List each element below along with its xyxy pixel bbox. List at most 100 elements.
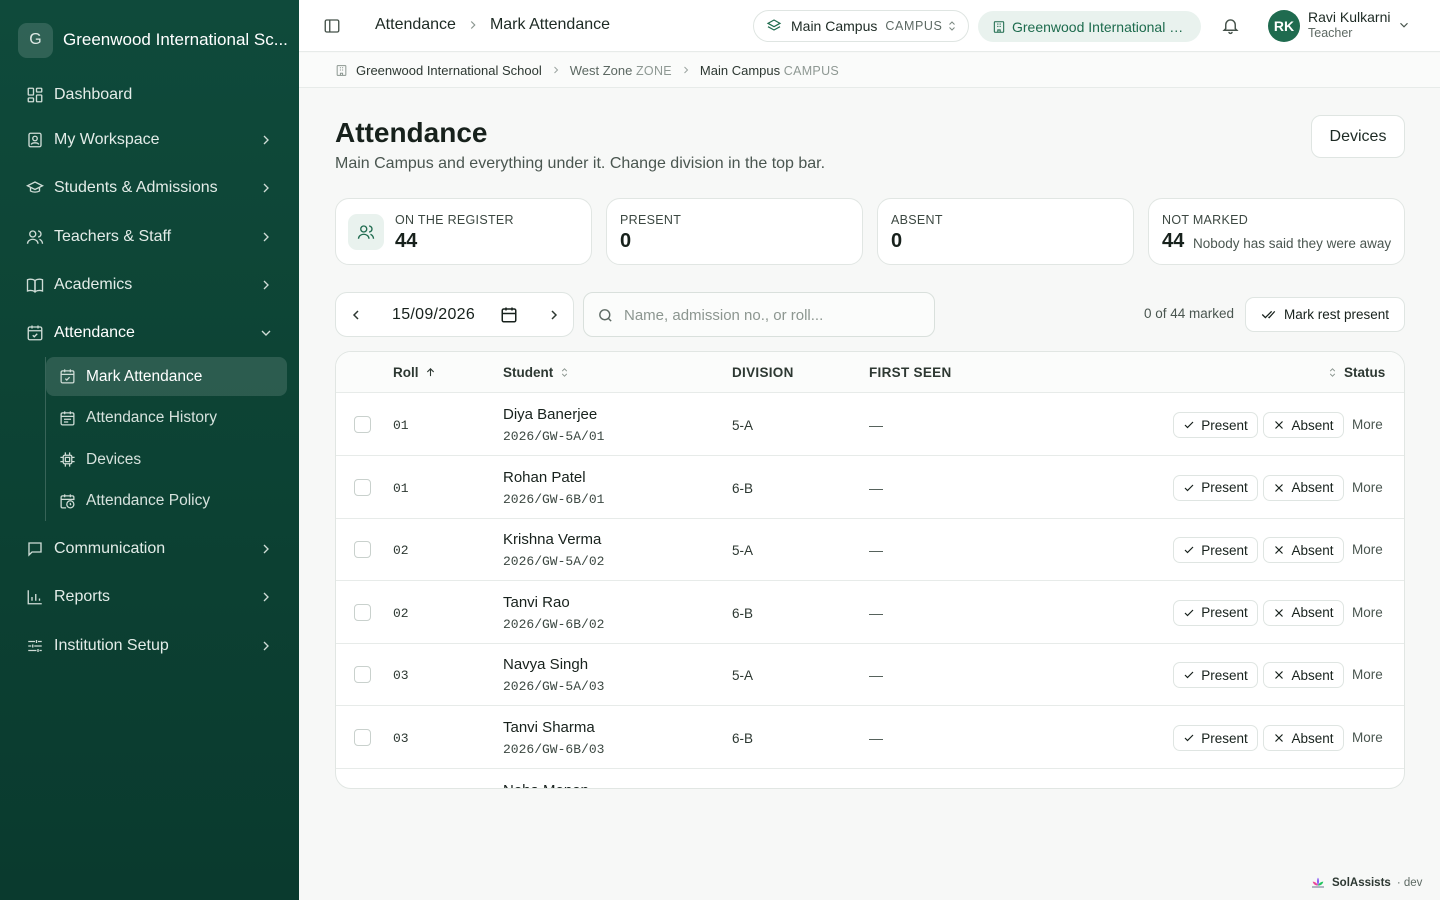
date-value[interactable]: 15/09/2026 (392, 306, 475, 324)
table-row[interactable]: Neha MenonPresentAbsentMore (336, 769, 1404, 788)
sidebar-item-students-admissions[interactable]: Students & Admissions (16, 168, 286, 208)
absent-button[interactable]: Absent (1263, 662, 1344, 689)
absent-button[interactable]: Absent (1263, 412, 1344, 438)
search-box (583, 292, 935, 337)
present-button[interactable]: Present (1173, 725, 1258, 751)
row-student-name[interactable]: Diya Banerjee (503, 406, 597, 423)
chevron-right-icon (263, 183, 269, 193)
sidebar-item-mark-attendance[interactable]: Mark Attendance (46, 357, 287, 397)
brand[interactable]: G Greenwood International Sc... (18, 22, 288, 58)
more-link[interactable]: More (1352, 417, 1383, 432)
present-label: Present (1201, 542, 1248, 558)
sidebar-toggle-icon[interactable] (323, 17, 341, 35)
breadcrumb-zone-tag: ZONE (635, 63, 672, 78)
present-button[interactable]: Present (1173, 787, 1258, 788)
more-link[interactable]: More (1352, 542, 1383, 557)
table-row[interactable]: 02 Tanvi Rao 2026/GW-6B/02 6-B — Present Absen… (336, 581, 1404, 644)
stat-label: ON THE REGISTER (395, 213, 514, 227)
row-checkbox[interactable] (354, 666, 371, 684)
sidebar-item-devices[interactable]: Devices (46, 440, 287, 479)
row-checkbox[interactable] (354, 478, 371, 496)
col-student[interactable]: Student (503, 365, 570, 380)
search-icon (599, 309, 612, 322)
more-link[interactable]: More (1352, 667, 1383, 682)
row-first-seen: — (869, 417, 883, 433)
col-status[interactable]: Status (1327, 365, 1385, 380)
devices-button[interactable]: Devices (1311, 115, 1405, 158)
row-checkbox[interactable] (354, 541, 371, 559)
present-button[interactable]: Present (1173, 537, 1258, 564)
breadcrumb-school[interactable]: Greenwood International School (356, 63, 542, 78)
sidebar-item-attendance-policy[interactable]: Attendance Policy (46, 482, 287, 521)
stat-absent: ABSENT 0 (877, 198, 1134, 265)
sidebar-item-attendance-history[interactable]: Attendance History (46, 399, 287, 438)
campus-tag: CAMPUS (885, 19, 943, 33)
x-icon (1275, 671, 1284, 680)
table-header: Roll Student DIVISION FIRST SEEN Status (336, 352, 1404, 393)
chevron-right-icon[interactable] (546, 307, 562, 323)
sidebar-item-reports[interactable]: Reports (16, 577, 286, 617)
row-first-seen: — (869, 479, 883, 496)
row-checkbox[interactable] (354, 603, 371, 621)
chevron-left-icon[interactable] (348, 307, 364, 323)
present-button[interactable]: Present (1173, 474, 1258, 501)
chevron-down-icon[interactable] (1397, 18, 1411, 32)
more-link[interactable]: More (1352, 480, 1383, 495)
sidebar-item-academics[interactable]: Academics (16, 265, 286, 305)
search-input[interactable] (624, 299, 924, 331)
table-row[interactable]: 01 Diya Banerjee 2026/GW-5A/01 5-A — Present A… (336, 393, 1404, 456)
topbar-crumb-attendance[interactable]: Attendance (375, 16, 456, 34)
absent-button[interactable]: Absent (1263, 537, 1344, 564)
absent-button[interactable]: Absent (1263, 474, 1344, 501)
row-roll: 01 (393, 418, 409, 433)
absent-button[interactable]: Absent (1263, 725, 1344, 751)
bell-icon[interactable] (1221, 16, 1240, 35)
col-roll[interactable]: Roll (393, 365, 436, 380)
sidebar-item-label: My Workspace (54, 131, 160, 148)
mark-rest-present-button[interactable]: Mark rest present (1245, 297, 1405, 332)
present-button[interactable]: Present (1173, 599, 1258, 626)
row-checkbox[interactable] (354, 416, 371, 433)
breadcrumb: Greenwood International School West Zone… (299, 53, 1440, 88)
table-row[interactable]: 03 Tanvi Sharma 2026/GW-6B/03 6-B — Present Ab… (336, 706, 1404, 769)
absent-button[interactable]: Absent (1263, 787, 1344, 788)
absent-button[interactable]: Absent (1263, 599, 1344, 626)
present-label: Present (1201, 417, 1248, 433)
sidebar-item-label: Academics (54, 275, 133, 293)
row-student-name[interactable]: Tanvi Rao (503, 594, 570, 611)
avatar[interactable]: RK (1268, 10, 1300, 42)
present-button[interactable]: Present (1173, 412, 1258, 438)
stat-present: PRESENT 0 (606, 198, 863, 265)
calendar-check-icon (27, 325, 43, 341)
breadcrumb-zone[interactable]: West Zone ZONE (570, 63, 672, 78)
row-student-name[interactable]: Navya Singh (503, 656, 588, 673)
user-name: Ravi Kulkarni (1308, 9, 1391, 25)
sidebar-item-label: Institution Setup (54, 636, 169, 654)
breadcrumb-campus-tag: CAMPUS (783, 63, 840, 78)
calendar-icon[interactable] (500, 306, 518, 324)
more-link[interactable]: More (1352, 605, 1383, 620)
sidebar-item-communication[interactable]: Communication (16, 529, 286, 569)
school-logo: G (18, 22, 53, 58)
sidebar-item-label: Devices (86, 450, 142, 468)
sidebar-item-dashboard[interactable]: Dashboard (16, 72, 286, 117)
campus-selector[interactable]: Main Campus CAMPUS (753, 10, 969, 42)
sidebar-item-teachers-staff[interactable]: Teachers & Staff (16, 217, 286, 257)
more-link[interactable]: More (1352, 730, 1383, 745)
sidebar-item-attendance[interactable]: Attendance (16, 313, 286, 353)
user-info[interactable]: Ravi Kulkarni Teacher (1308, 9, 1390, 41)
row-division: 5-A (732, 668, 754, 684)
row-checkbox[interactable] (354, 729, 371, 746)
present-button[interactable]: Present (1173, 662, 1258, 689)
row-student-name[interactable]: Tanvi Sharma (503, 719, 595, 736)
sidebar-item-my-workspace[interactable]: My Workspace (16, 120, 286, 160)
row-student-name[interactable]: Krishna Verma (503, 531, 601, 548)
row-student-name[interactable]: Rohan Patel (503, 469, 586, 486)
row-student-name[interactable]: Neha Menon (503, 782, 589, 788)
sidebar-item-institution-setup[interactable]: Institution Setup (16, 626, 286, 666)
workspace-icon (28, 132, 42, 148)
table-row[interactable]: 02 Krishna Verma 2026/GW-5A/02 5-A — Present A… (336, 518, 1404, 582)
table-row[interactable]: 01 Rohan Patel 2026/GW-6B/01 6-B — Present Abs… (336, 456, 1404, 519)
school-pill[interactable]: Greenwood International School (978, 11, 1201, 42)
table-row[interactable]: 03 Navya Singh 2026/GW-5A/03 5-A — Present Abs… (336, 643, 1404, 707)
